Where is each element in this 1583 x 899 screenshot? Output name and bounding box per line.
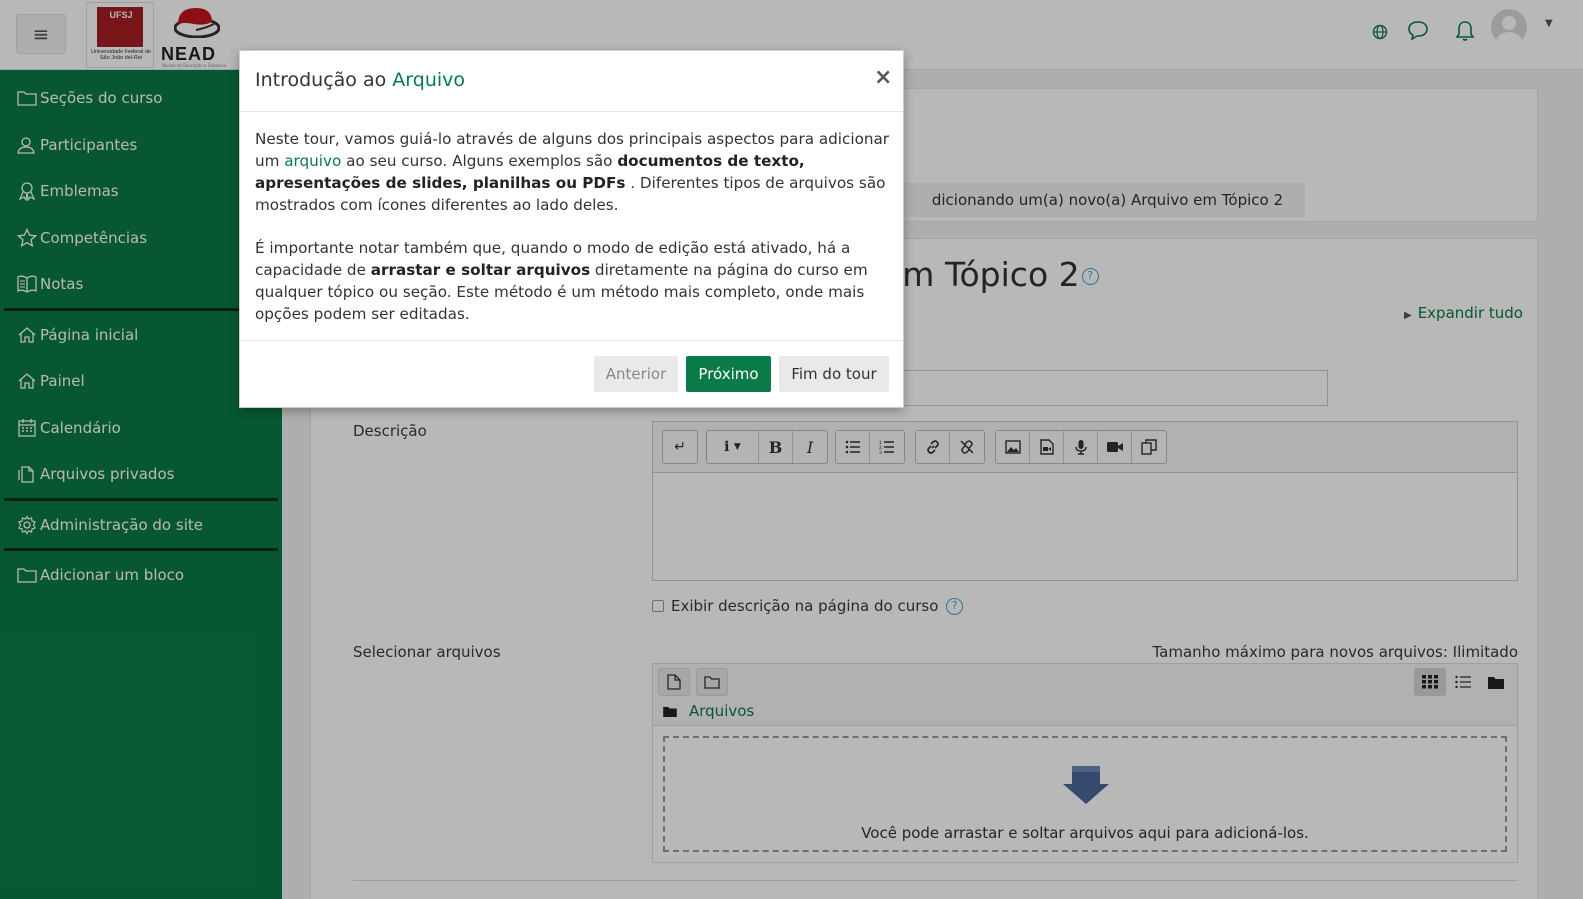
tour-dialog: Introdução ao Arquivo × Neste tour, vamo… (239, 50, 904, 408)
close-icon[interactable]: × (874, 65, 892, 90)
end-tour-button[interactable]: Fim do tour (779, 356, 889, 392)
previous-button[interactable]: Anterior (594, 356, 678, 392)
tour-text: ao seu curso. Alguns exemplos são (341, 152, 618, 170)
tour-title-highlight: Arquivo (392, 69, 466, 91)
tour-dialog-title: Introdução ao Arquivo (255, 69, 465, 91)
tour-paragraph: É importante notar também que, quando o … (255, 237, 891, 325)
tour-link-arquivo[interactable]: arquivo (284, 152, 341, 170)
tour-dialog-header: Introdução ao Arquivo × (240, 51, 903, 112)
tour-title-prefix: Introdução ao (255, 69, 393, 91)
tour-dialog-footer-divider (240, 340, 903, 341)
tour-paragraph: Neste tour, vamos guiá-lo através de alg… (255, 128, 891, 216)
tour-dialog-body: Neste tour, vamos guiá-lo através de alg… (255, 128, 891, 346)
next-button[interactable]: Próximo (686, 356, 771, 392)
tour-bold-text: arrastar e soltar arquivos (370, 261, 591, 279)
